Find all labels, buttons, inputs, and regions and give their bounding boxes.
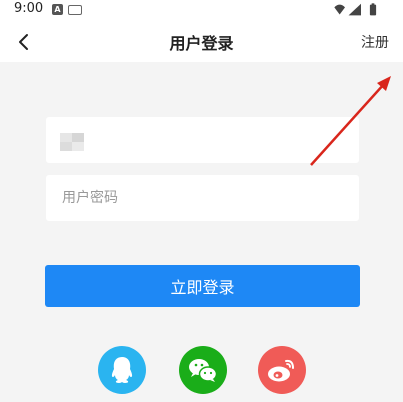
- weibo-icon: [258, 346, 306, 394]
- battery-icon: [369, 3, 377, 16]
- app-bar: 用户登录 注册: [0, 22, 403, 62]
- weibo-login-button[interactable]: [258, 346, 306, 394]
- status-right-icons: [334, 3, 377, 16]
- qq-login-button[interactable]: [98, 346, 146, 394]
- wechat-login-button[interactable]: [179, 346, 227, 394]
- password-input[interactable]: [46, 175, 359, 221]
- masked-username-value: [60, 133, 84, 151]
- wechat-icon: [179, 346, 227, 394]
- register-link[interactable]: 注册: [361, 32, 389, 52]
- notification-a-icon: A: [52, 4, 63, 15]
- username-input[interactable]: [46, 117, 359, 163]
- login-button[interactable]: 立即登录: [45, 265, 360, 307]
- wifi-icon: [334, 4, 345, 15]
- qq-icon: [98, 346, 146, 394]
- signal-icon: [348, 3, 361, 16]
- page-title: 用户登录: [169, 34, 234, 53]
- status-bar: 9:00 A: [0, 0, 403, 22]
- status-time: 9:00: [14, 1, 44, 16]
- keyboard-icon: [68, 5, 82, 15]
